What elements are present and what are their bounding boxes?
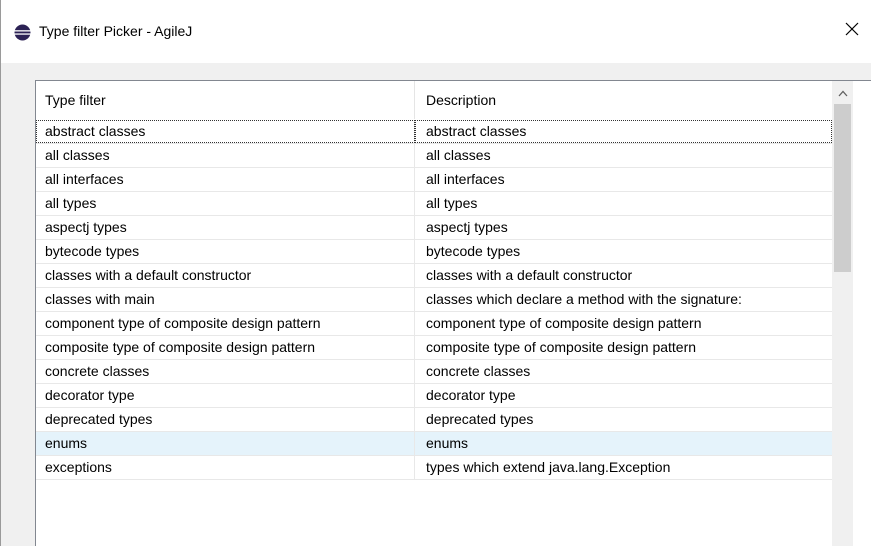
table-row[interactable]: all classes all classes bbox=[36, 144, 832, 168]
column-header-description[interactable]: Description bbox=[415, 81, 832, 119]
type-filter-cell: decorator type bbox=[36, 384, 415, 407]
type-filter-cell: bytecode types bbox=[36, 240, 415, 263]
table-row[interactable]: aspectj types aspectj types bbox=[36, 216, 832, 240]
description-cell: classes with a default constructor bbox=[426, 267, 633, 283]
table-row[interactable]: classes with main classes which declare a… bbox=[36, 288, 832, 312]
table-row[interactable]: abstract classes abstract classes bbox=[36, 120, 832, 144]
description-cell: component type of composite design patte… bbox=[426, 315, 702, 331]
description-cell: deprecated types bbox=[426, 411, 534, 427]
description-cell: bytecode types bbox=[426, 243, 521, 259]
vertical-scrollbar[interactable] bbox=[832, 81, 853, 546]
table-row[interactable]: enums enums bbox=[36, 432, 832, 456]
chevron-up-icon bbox=[838, 84, 848, 100]
close-button[interactable] bbox=[832, 12, 871, 48]
title-bar[interactable]: Type filter Picker - AgileJ bbox=[1, 0, 871, 63]
table-row[interactable]: composite type of composite design patte… bbox=[36, 336, 832, 360]
description-cell: classes which declare a method with the … bbox=[426, 291, 742, 307]
description-cell: all classes bbox=[426, 147, 491, 163]
type-filter-cell: abstract classes bbox=[36, 120, 415, 143]
table-row[interactable]: bytecode types bytecode types bbox=[36, 240, 832, 264]
table-body: abstract classes abstract classes all clas… bbox=[36, 120, 832, 480]
type-filter-table[interactable]: Type filter Description abstract classes… bbox=[35, 80, 871, 546]
description-cell: concrete classes bbox=[426, 363, 531, 379]
description-cell: aspectj types bbox=[426, 219, 508, 235]
description-cell: all types bbox=[426, 195, 478, 211]
table-row[interactable]: concrete classes concrete classes bbox=[36, 360, 832, 384]
table-row[interactable]: all interfaces all interfaces bbox=[36, 168, 832, 192]
scrollbar-thumb[interactable] bbox=[834, 104, 851, 272]
type-filter-cell: component type of composite design patte… bbox=[36, 312, 415, 335]
type-filter-cell: exceptions bbox=[36, 456, 415, 479]
table-row[interactable]: decorator type decorator type bbox=[36, 384, 832, 408]
type-filter-cell: all classes bbox=[36, 144, 415, 167]
type-filter-cell: classes with a default constructor bbox=[36, 264, 415, 287]
description-cell: all interfaces bbox=[426, 171, 505, 187]
type-filter-cell: deprecated types bbox=[36, 408, 415, 431]
dialog-window: Type filter Picker - AgileJ Type filter … bbox=[0, 0, 871, 546]
description-cell: abstract classes bbox=[415, 120, 832, 143]
column-header-type-filter[interactable]: Type filter bbox=[36, 81, 415, 119]
type-filter-cell: aspectj types bbox=[36, 216, 415, 239]
table-row[interactable]: all types all types bbox=[36, 192, 832, 216]
type-filter-cell: classes with main bbox=[36, 288, 415, 311]
window-title: Type filter Picker - AgileJ bbox=[39, 23, 193, 39]
eclipse-icon bbox=[14, 24, 31, 41]
description-cell: decorator type bbox=[426, 387, 516, 403]
table-row[interactable]: classes with a default constructor classe… bbox=[36, 264, 832, 288]
type-filter-cell: all interfaces bbox=[36, 168, 415, 191]
description-cell: types which extend java.lang.Exception bbox=[426, 459, 671, 475]
type-filter-cell: enums bbox=[36, 432, 415, 455]
description-cell: composite type of composite design patte… bbox=[426, 339, 697, 355]
description-cell: enums bbox=[426, 435, 469, 451]
type-filter-cell: concrete classes bbox=[36, 360, 415, 383]
table-row[interactable]: component type of composite design patte… bbox=[36, 312, 832, 336]
scroll-up-button[interactable] bbox=[832, 81, 853, 102]
table-header: Type filter Description bbox=[36, 81, 832, 119]
type-filter-cell: all types bbox=[36, 192, 415, 215]
type-filter-cell: composite type of composite design patte… bbox=[36, 336, 415, 359]
close-icon bbox=[845, 22, 859, 39]
table-row[interactable]: exceptions types which extend java.lang.E… bbox=[36, 456, 832, 480]
table-row[interactable]: deprecated types deprecated types bbox=[36, 408, 832, 432]
